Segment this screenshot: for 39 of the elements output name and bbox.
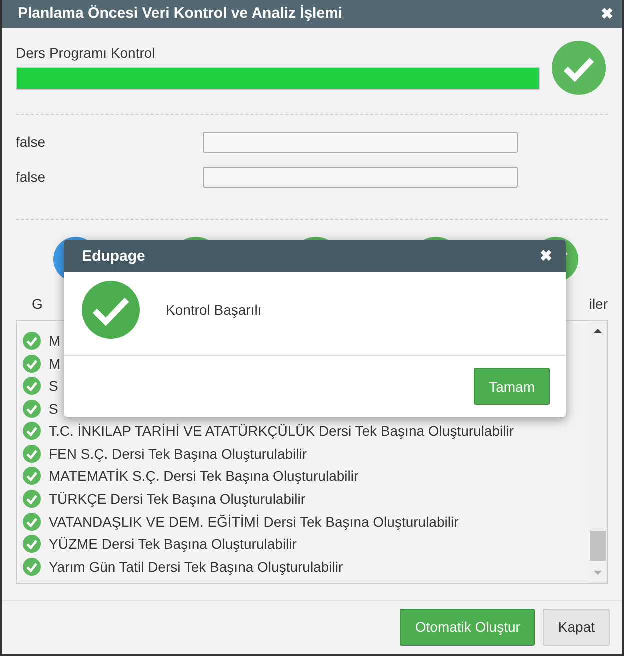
footer-button[interactable]: Kapat	[543, 608, 610, 646]
step-label: G	[32, 296, 43, 312]
check-icon	[23, 467, 41, 486]
dialog-title: Edupage	[82, 248, 146, 264]
check-message: M	[49, 356, 61, 372]
check-message: TÜRKÇE Dersi Tek Başına Oluşturulabilir	[49, 491, 306, 508]
check-icon	[23, 512, 41, 531]
progress-label: Ders Programı Kontrol	[16, 45, 156, 62]
check-message: YÜZME Dersi Tek Başına Oluşturulabilir	[49, 536, 297, 552]
check-message: S	[49, 400, 58, 417]
field-label: false	[16, 134, 47, 150]
check-icon	[23, 422, 41, 440]
input-field[interactable]	[203, 166, 518, 188]
close-button[interactable]: ✖	[598, 4, 617, 23]
scroll-down-icon[interactable]	[594, 570, 602, 575]
scroll-up-icon[interactable]	[594, 328, 602, 333]
check-icon	[23, 535, 41, 554]
check-circle-icon	[82, 281, 140, 339]
check-message: Yarım Gün Tatil Dersi Tek Başına Oluşturulabilir	[49, 558, 344, 575]
check-icon	[23, 400, 41, 418]
dialog-message: Kontrol Başarılı	[166, 302, 262, 318]
check-icon	[23, 354, 41, 372]
close-button[interactable]: ✖	[537, 247, 556, 265]
scroll-thumb[interactable]	[590, 530, 606, 561]
check-icon	[23, 332, 41, 350]
check-message: MATEMATİK S.Ç. Dersi Tek Başına Oluşturulabilir	[49, 468, 359, 484]
step-label: iler	[589, 296, 608, 312]
check-message: S	[49, 378, 58, 394]
window-title: Planlama Öncesi Veri Kontrol ve Analiz İşlemi	[18, 5, 343, 22]
check-icon	[23, 377, 41, 396]
check-message: T.C. İNKILAP TARİHİ VE ATATÜRKÇÜLÜK Dersi Tek Başına Oluşturulabilir	[49, 423, 514, 440]
check-message: M	[49, 332, 61, 349]
check-icon	[23, 558, 41, 576]
check-icon	[23, 490, 41, 508]
check-message: VATANDAŞLIK VE DEM. EĞİTİMİ Dersi Tek Başına Oluşturulabilir	[49, 514, 459, 530]
field-label: false	[16, 169, 47, 186]
input-field[interactable]	[203, 132, 518, 153]
check-icon	[23, 444, 41, 463]
check-message: FEN S.Ç. Dersi Tek Başına Oluşturulabilir	[49, 446, 308, 462]
